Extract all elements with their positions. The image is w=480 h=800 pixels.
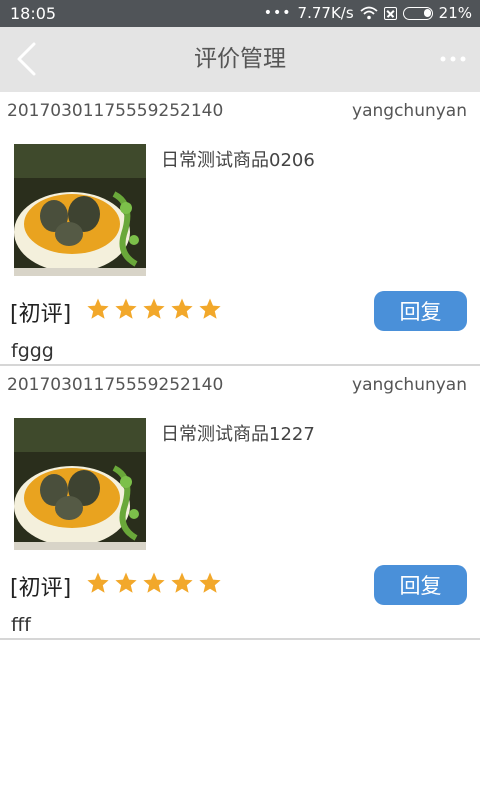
- star-icon: [199, 298, 221, 319]
- wifi-icon: [360, 6, 378, 20]
- review-comment: fggg: [11, 340, 54, 362]
- more-options-icon[interactable]: [438, 47, 468, 71]
- review-card: 20170301175559252140 yangchunyan 日常测试商品0…: [0, 92, 480, 366]
- no-sim-icon: [383, 6, 397, 20]
- star-icon: [115, 298, 137, 319]
- rating-stars: [86, 297, 222, 321]
- review-tag: [初评]: [10, 576, 72, 601]
- reply-button[interactable]: 回复: [374, 291, 467, 331]
- review-card: 20170301175559252140 yangchunyan 日常测试商品1…: [0, 366, 480, 640]
- star-icon: [87, 572, 109, 593]
- nav-bar: 评价管理: [0, 27, 480, 92]
- reviewer-name: yangchunyan: [352, 101, 467, 121]
- review-comment: fff: [11, 614, 31, 636]
- product-thumbnail[interactable]: [14, 418, 146, 550]
- product-thumbnail[interactable]: [14, 144, 146, 276]
- status-bar: 18:05 ••• 7.77K/s 21%: [0, 0, 480, 27]
- star-icon: [171, 572, 193, 593]
- more-dots-icon: •••: [263, 5, 292, 21]
- net-speed: 7.77K/s: [297, 4, 354, 22]
- star-icon: [143, 298, 165, 319]
- status-time: 18:05: [10, 4, 57, 23]
- reply-button[interactable]: 回复: [374, 565, 467, 605]
- product-name: 日常测试商品0206: [161, 150, 315, 171]
- product-name: 日常测试商品1227: [161, 424, 315, 445]
- order-number: 20170301175559252140: [7, 101, 224, 121]
- star-icon: [171, 298, 193, 319]
- rating-stars: [86, 571, 222, 595]
- reviewer-name: yangchunyan: [352, 375, 467, 395]
- star-icon: [199, 572, 221, 593]
- battery-percent: 21%: [438, 4, 472, 22]
- review-tag: [初评]: [10, 302, 72, 327]
- star-icon: [87, 298, 109, 319]
- status-indicators: ••• 7.77K/s 21%: [264, 4, 472, 22]
- star-icon: [115, 572, 137, 593]
- battery-icon: [402, 6, 433, 20]
- order-number: 20170301175559252140: [7, 375, 224, 395]
- page-title: 评价管理: [194, 46, 286, 72]
- star-icon: [143, 572, 165, 593]
